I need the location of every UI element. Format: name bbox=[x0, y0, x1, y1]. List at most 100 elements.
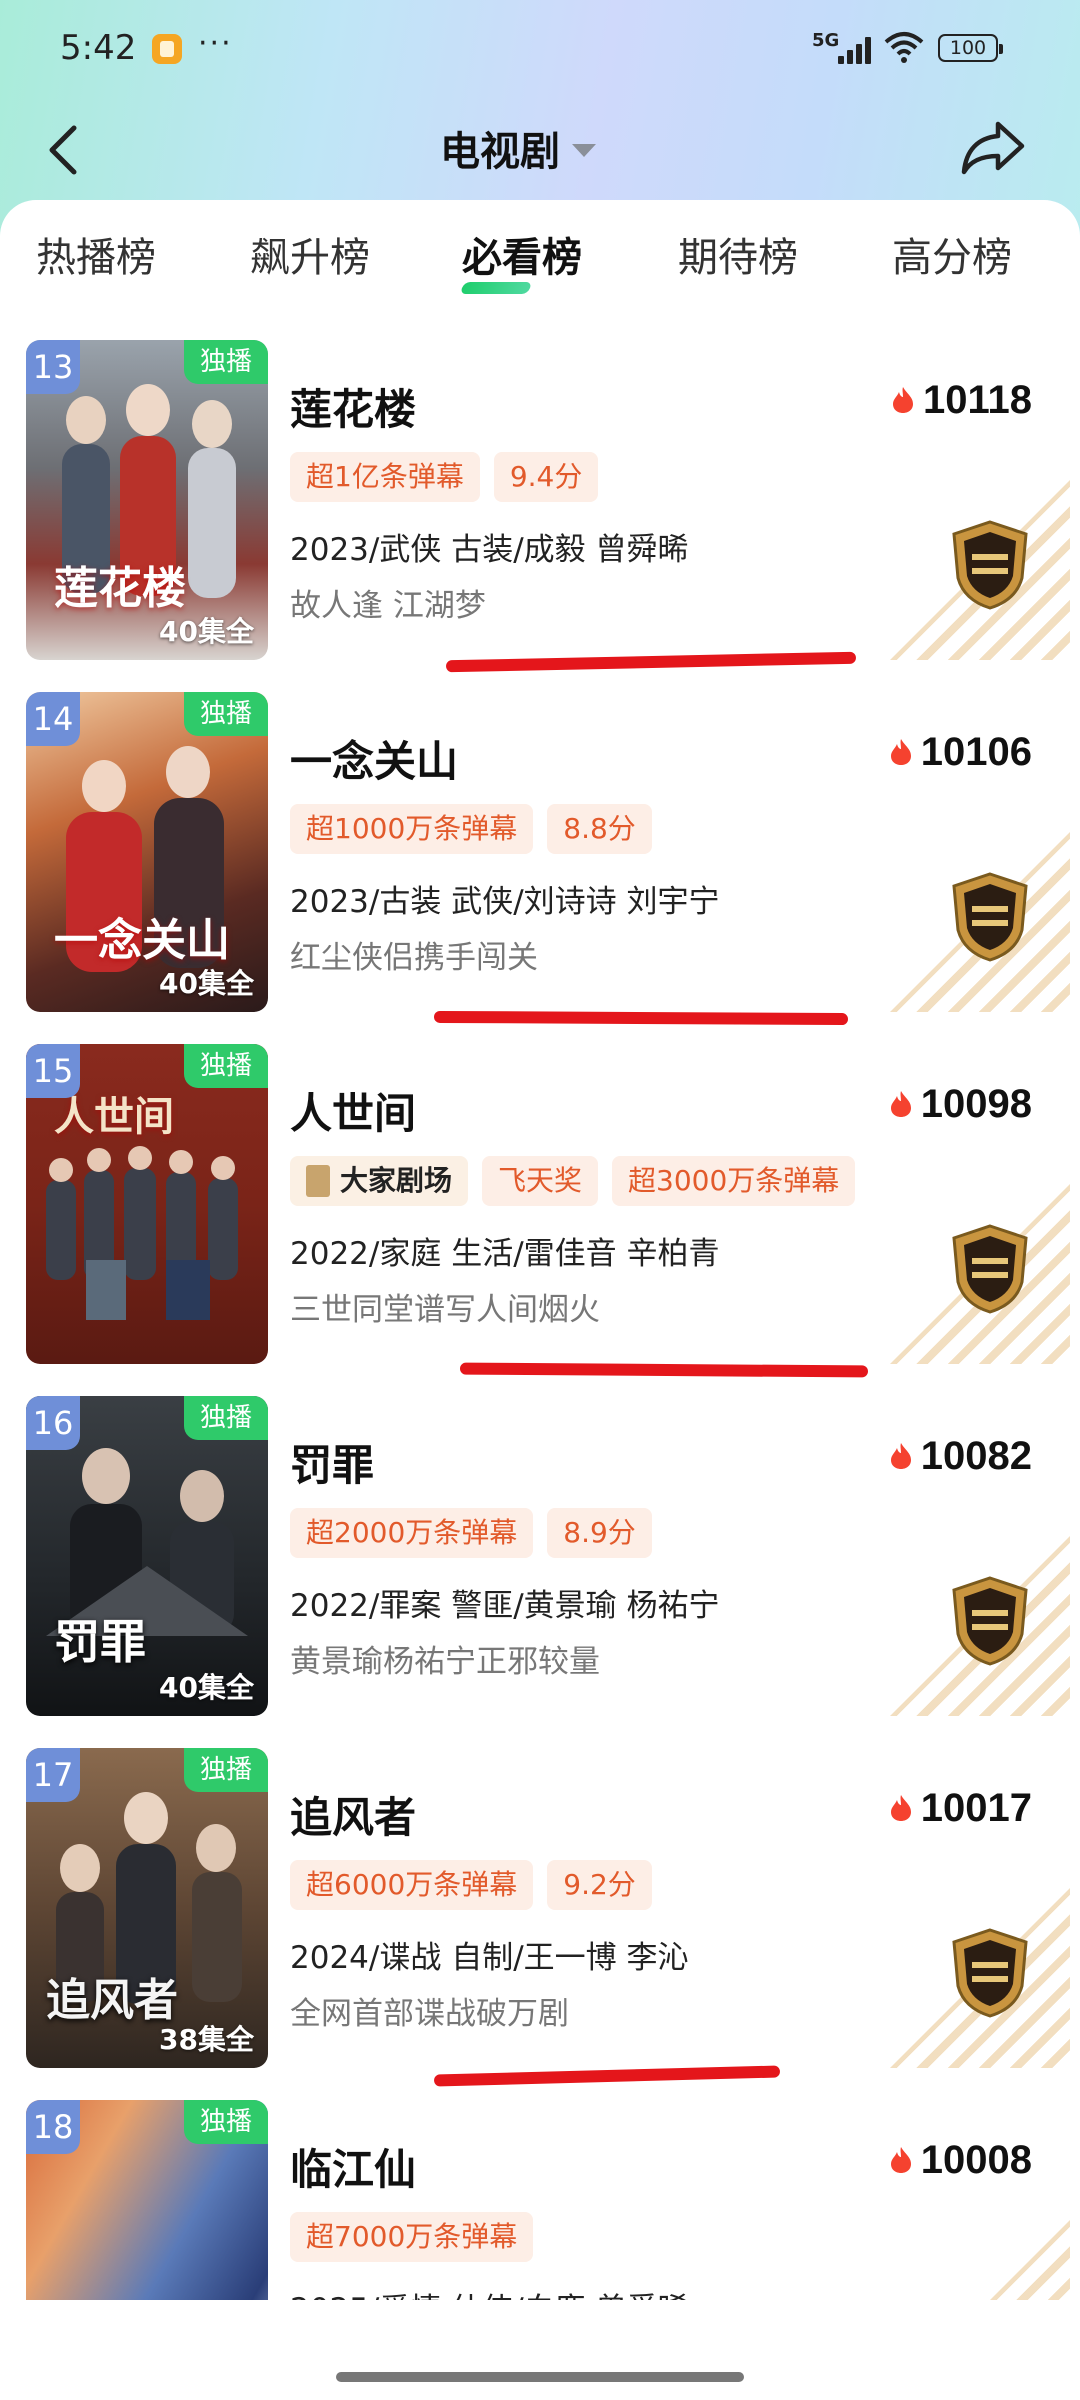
heat-score: 10008 bbox=[889, 2136, 1032, 2184]
poster-image[interactable]: 18 独播 bbox=[26, 2100, 268, 2300]
nav-bar: 电视剧 bbox=[0, 100, 1080, 200]
flame-icon bbox=[890, 1795, 911, 1821]
page-title: 电视剧 bbox=[440, 129, 560, 175]
honor-badge bbox=[890, 480, 1070, 660]
exclusive-badge: 独播 bbox=[184, 692, 268, 736]
honor-hall-badge-icon bbox=[952, 872, 1028, 962]
show-title[interactable]: 人世间 bbox=[290, 1080, 416, 1141]
tag: 9.4分 bbox=[493, 452, 599, 502]
episode-count: 38集全 bbox=[159, 2023, 254, 2056]
tag-row: 大家剧场 飞天奖 超3000万条弹幕 bbox=[290, 1156, 856, 1206]
honor-badge bbox=[890, 2220, 1070, 2300]
tab-hot[interactable]: 热播榜 bbox=[36, 228, 156, 298]
show-description: 全网首部谍战破万剧 bbox=[290, 1996, 569, 2032]
poster-image[interactable]: 追风者 17 独播 38集全 bbox=[26, 1748, 268, 2068]
heat-value: 10106 bbox=[920, 729, 1032, 774]
episode-count: 40集全 bbox=[159, 615, 254, 648]
show-title[interactable]: 罚罪 bbox=[290, 1432, 374, 1493]
tag: 超6000万条弹幕 bbox=[290, 1860, 534, 1910]
tag: 超2000万条弹幕 bbox=[290, 1508, 534, 1558]
tag: 超1000万条弹幕 bbox=[290, 804, 534, 854]
back-arrow-icon[interactable] bbox=[40, 120, 90, 180]
show-title[interactable]: 临江仙 bbox=[290, 2136, 416, 2197]
wifi-icon bbox=[884, 32, 924, 63]
poster-image[interactable]: 一念关山 14 独播 40集全 bbox=[26, 692, 268, 1012]
tag: 超1亿条弹幕 bbox=[290, 452, 480, 502]
show-title[interactable]: 追风者 bbox=[290, 1784, 416, 1845]
battery-icon: 100 bbox=[938, 34, 1003, 62]
heat-score: 10118 bbox=[891, 376, 1032, 424]
heat-value: 10017 bbox=[920, 1785, 1032, 1830]
tab-top-rated[interactable]: 高分榜 bbox=[892, 228, 1012, 298]
tag: 超7000万条弹幕 bbox=[290, 2212, 534, 2262]
tag: 8.8分 bbox=[547, 804, 652, 854]
rank-badge: 16 bbox=[26, 1396, 80, 1450]
category-selector[interactable]: 电视剧 bbox=[440, 118, 596, 178]
poster-image[interactable]: 罚罪 16 独播 40集全 bbox=[26, 1396, 268, 1716]
tag: 9.2分 bbox=[547, 1860, 652, 1910]
exclusive-badge: 独播 bbox=[184, 1044, 268, 1088]
episode-count: 40集全 bbox=[159, 967, 254, 1000]
tab-rising[interactable]: 飙升榜 bbox=[250, 228, 370, 298]
list-item[interactable]: 莲花楼 13 独播 40集全 莲花楼 10118 超1亿条弹幕 9.4分 202… bbox=[0, 340, 1080, 670]
tag: 飞天奖 bbox=[482, 1156, 599, 1206]
show-description: 黄景瑜杨祐宁正邪较量 bbox=[290, 1644, 600, 1680]
honor-badge bbox=[890, 832, 1070, 1012]
signal-icon bbox=[838, 36, 874, 64]
exclusive-badge: 独播 bbox=[184, 1396, 268, 1440]
show-meta: 2022/罪案 警匪/黄景瑜 杨祐宁 bbox=[290, 1588, 720, 1624]
brand-tag: 大家剧场 bbox=[290, 1156, 469, 1206]
exclusive-badge: 独播 bbox=[184, 1748, 268, 1792]
list-item[interactable]: 人世间 15 独播 人世间 10098 大家剧场 飞天奖 超3000万条弹幕 2… bbox=[0, 1044, 1080, 1374]
show-meta: 2024/谍战 自制/王一博 李沁 bbox=[290, 1940, 689, 1976]
tag-row: 超2000万条弹幕 8.9分 bbox=[290, 1508, 652, 1558]
honor-badge bbox=[890, 1184, 1070, 1364]
active-tab-indicator bbox=[459, 282, 533, 294]
chevron-down-icon bbox=[572, 143, 596, 157]
show-meta: 2022/家庭 生活/雷佳音 辛柏青 bbox=[290, 1236, 720, 1272]
home-indicator[interactable] bbox=[336, 2372, 744, 2382]
show-meta: 2023/武侠 古装/成毅 曾舜晞 bbox=[290, 532, 689, 568]
flame-icon bbox=[892, 387, 913, 413]
annotation-underline bbox=[433, 1010, 849, 1026]
tag-row: 超6000万条弹幕 9.2分 bbox=[290, 1860, 652, 1910]
heat-score: 10017 bbox=[889, 1784, 1032, 1832]
honor-hall-badge-icon bbox=[952, 1576, 1028, 1666]
exclusive-badge: 独播 bbox=[184, 2100, 268, 2144]
honor-hall-badge-icon bbox=[952, 1928, 1028, 2018]
status-bar: 5:42 ··· 5G 100 bbox=[0, 0, 1080, 100]
list-item[interactable]: 罚罪 16 独播 40集全 罚罪 10082 超2000万条弹幕 8.9分 20… bbox=[0, 1396, 1080, 1726]
poster-image[interactable]: 人世间 15 独播 bbox=[26, 1044, 268, 1364]
rank-badge: 14 bbox=[26, 692, 80, 746]
honor-hall-badge-icon bbox=[952, 1224, 1028, 1314]
rank-badge: 13 bbox=[26, 340, 80, 394]
flame-icon bbox=[890, 739, 911, 765]
show-description: 故人逢 江湖梦 bbox=[290, 588, 486, 624]
share-icon[interactable] bbox=[958, 114, 1028, 178]
flame-icon bbox=[890, 1443, 911, 1469]
show-meta: 2025/爱情 仙侠/白鹿 曾舜晞 bbox=[290, 2284, 689, 2300]
heat-score: 10082 bbox=[889, 1432, 1032, 1480]
list-item[interactable]: 追风者 17 独播 38集全 追风者 10017 超6000万条弹幕 9.2分 … bbox=[0, 1748, 1080, 2078]
theater-icon bbox=[306, 1165, 330, 1197]
show-title[interactable]: 一念关山 bbox=[290, 728, 458, 789]
tag: 8.9分 bbox=[547, 1508, 652, 1558]
heat-value: 10118 bbox=[922, 377, 1032, 422]
poster-image[interactable]: 莲花楼 13 独播 40集全 bbox=[26, 340, 268, 660]
poster-title-text: 一念关山 bbox=[54, 915, 230, 966]
show-meta: 2023/古装 武侠/刘诗诗 刘宇宁 bbox=[290, 884, 720, 920]
honor-badge bbox=[890, 1888, 1070, 2068]
tag: 超3000万条弹幕 bbox=[612, 1156, 856, 1206]
network-type: 5G bbox=[812, 30, 840, 51]
heat-value: 10098 bbox=[920, 1081, 1032, 1126]
list-item[interactable]: 18 独播 临江仙 10008 超7000万条弹幕 2025/爱情 仙侠/白鹿 … bbox=[0, 2100, 1080, 2300]
heat-value: 10008 bbox=[920, 2137, 1032, 2182]
list-item[interactable]: 一念关山 14 独播 40集全 一念关山 10106 超1000万条弹幕 8.8… bbox=[0, 692, 1080, 1022]
heat-score: 10098 bbox=[889, 1080, 1032, 1128]
heat-value: 10082 bbox=[920, 1433, 1032, 1478]
tab-anticipated[interactable]: 期待榜 bbox=[678, 228, 798, 298]
tag-row: 超1000万条弹幕 8.8分 bbox=[290, 804, 652, 854]
rank-badge: 18 bbox=[26, 2100, 80, 2154]
show-title[interactable]: 莲花楼 bbox=[290, 376, 416, 437]
ranking-tabs: 热播榜 飙升榜 必看榜 期待榜 高分榜 bbox=[0, 228, 1080, 308]
